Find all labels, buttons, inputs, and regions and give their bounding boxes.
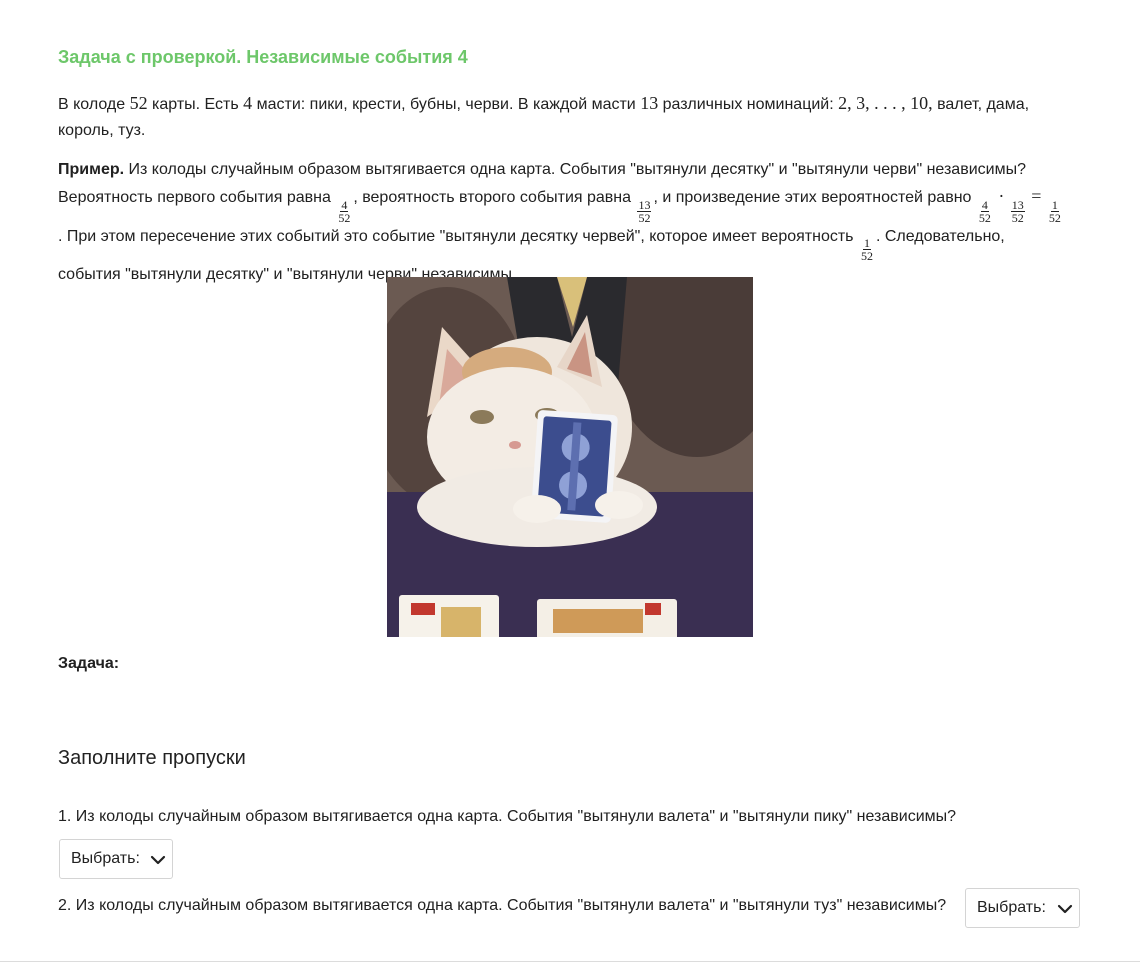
photo-illustration — [387, 277, 753, 637]
fraction-numerator: 1 — [1050, 197, 1059, 212]
chevron-down-icon — [1057, 904, 1073, 914]
intro-text: масти: пики, крести, бубны, черви. В каж… — [252, 96, 641, 113]
example-text: . При этом пересечение этих событий это … — [58, 227, 858, 245]
cat-holding-cards-photo — [387, 277, 753, 637]
math: 2, 3, . . . , 10, — [838, 93, 933, 113]
fraction-numerator: 13 — [1010, 197, 1025, 212]
fraction: 13 52 — [637, 197, 652, 225]
intro-text: карты. Есть — [147, 96, 244, 113]
fraction: 13 52 — [1010, 197, 1025, 225]
example-label: Пример. — [58, 161, 125, 178]
math: 52 — [129, 93, 148, 113]
page-title: Задача с проверкой. Независимые события … — [58, 47, 468, 67]
math: 4 — [243, 93, 253, 113]
example-text: , вероятность второго события равна — [353, 189, 636, 206]
select-value: Выбрать: — [71, 850, 140, 867]
intro-text: различных номинаций: — [658, 96, 839, 113]
intro-text: В колоде — [58, 96, 130, 113]
question-text: 2. Из колоды случайным образом вытягивае… — [58, 897, 947, 914]
answer-select-1[interactable]: Выбрать: — [59, 839, 173, 879]
fraction-denominator: 52 — [978, 210, 991, 225]
section-heading: Заполните пропуски — [58, 747, 246, 769]
fraction-denominator: 52 — [338, 210, 351, 225]
fraction: 1 52 — [1048, 199, 1062, 224]
fraction-numerator: 4 — [980, 197, 989, 212]
fraction-numerator: 13 — [637, 197, 652, 212]
select-value: Выбрать: — [977, 899, 1046, 916]
intro-paragraph: В колоде 52 карты. Есть 4 масти: пики, к… — [58, 90, 1068, 144]
math-operator: · — [998, 186, 1005, 206]
fraction-numerator: 4 — [340, 197, 349, 212]
answer-select-2[interactable]: Выбрать: — [965, 888, 1080, 928]
example-paragraph: Пример. Из колоды случайным образом вытя… — [58, 157, 1068, 288]
question-text: 1. Из колоды случайным образом вытягивае… — [58, 808, 957, 825]
fraction: 4 52 — [337, 199, 351, 224]
fraction: 1 52 — [860, 237, 874, 262]
math-operator: = — [1031, 186, 1042, 206]
fraction-denominator: 52 — [860, 249, 873, 264]
fraction-denominator: 52 — [1048, 210, 1061, 225]
chevron-down-icon — [150, 855, 166, 865]
fraction-denominator: 52 — [1011, 210, 1024, 225]
task-label: Задача: — [58, 655, 120, 672]
math: 13 — [640, 93, 659, 113]
example-text: , и произведение этих вероятностей равно — [653, 189, 976, 206]
fraction: 4 52 — [978, 199, 992, 224]
fraction-denominator: 52 — [638, 210, 651, 225]
